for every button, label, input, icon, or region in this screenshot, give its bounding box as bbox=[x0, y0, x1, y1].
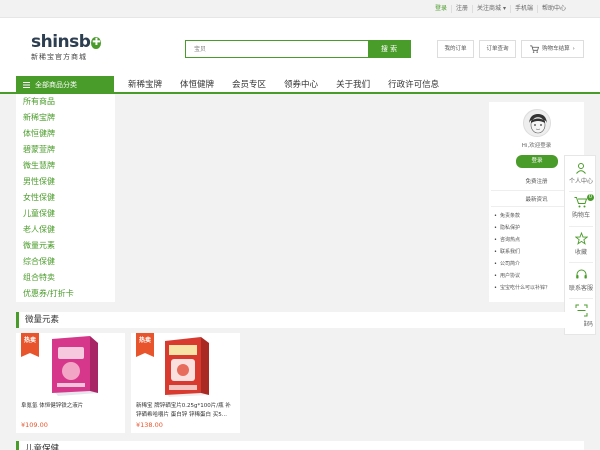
product-price: ¥109.00 bbox=[21, 421, 48, 429]
category-item[interactable]: 微生慧牌 bbox=[16, 158, 115, 174]
greeting-text: Hi,欢迎登录 bbox=[521, 143, 552, 149]
category-item[interactable]: 女性保健 bbox=[16, 190, 115, 206]
avatar bbox=[523, 109, 551, 137]
main-nav: 新稀宝牌 体恒健牌 会员专区 领券中心 关于我们 行政许可信息 bbox=[119, 76, 448, 94]
category-item[interactable]: 儿童保健 bbox=[16, 206, 115, 222]
sidebar-cart[interactable]: 0 购物车 bbox=[565, 194, 597, 219]
category-item[interactable]: 组合特卖 bbox=[16, 270, 115, 286]
category-item[interactable]: 男性保健 bbox=[16, 174, 115, 190]
category-item[interactable]: 老人保健 bbox=[16, 222, 115, 238]
cart-checkout-button[interactable]: 购物车结算 › bbox=[521, 40, 584, 58]
all-categories-label: 全部商品分类 bbox=[35, 81, 77, 89]
nav-item-member-zone[interactable]: 会员专区 bbox=[223, 76, 275, 94]
hot-badge: 热卖 bbox=[136, 333, 154, 357]
nav-item-tihengjian[interactable]: 体恒健牌 bbox=[171, 76, 223, 94]
sidebar-service-label: 联系客服 bbox=[568, 285, 593, 292]
search-input[interactable] bbox=[186, 41, 368, 57]
category-item[interactable]: 优惠券/打折卡 bbox=[16, 286, 115, 302]
cart-count-badge: 0 bbox=[587, 194, 594, 201]
category-list: 所有商品 新稀宝牌 体恒健牌 碧蒙萱牌 微生慧牌 男性保健 女性保健 儿童保健 … bbox=[16, 94, 115, 302]
category-item[interactable]: 新稀宝牌 bbox=[16, 110, 115, 126]
register-link[interactable]: 注册 bbox=[451, 5, 472, 13]
section-title-trace-elements: 微量元素 bbox=[16, 312, 584, 328]
divider bbox=[569, 226, 593, 227]
search-button[interactable]: 搜 索 bbox=[368, 41, 410, 57]
floating-sidebar: 个人中心 0 购物车 收藏 联系客服 扫二维码 bbox=[564, 155, 596, 335]
divider bbox=[569, 298, 593, 299]
nav-item-xinxibao[interactable]: 新稀宝牌 bbox=[119, 76, 172, 94]
sidebar-personal-label: 个人中心 bbox=[568, 178, 593, 185]
category-item[interactable]: 碧蒙萱牌 bbox=[16, 142, 115, 158]
header: shinsb✚ 新稀宝官方商城 搜 索 我的订单 订单查询 购物车结算 › bbox=[0, 18, 600, 76]
mobile-link[interactable]: 手机端 bbox=[509, 5, 537, 13]
category-item[interactable]: 体恒健牌 bbox=[16, 126, 115, 142]
login-link[interactable]: 登录 bbox=[431, 5, 451, 13]
help-center-link[interactable]: 帮助中心 bbox=[536, 5, 570, 13]
category-item[interactable]: 综合保健 bbox=[16, 254, 115, 270]
section-title-children-health: 儿童保健 bbox=[16, 441, 584, 450]
nav-item-coupon-center[interactable]: 领券中心 bbox=[275, 76, 327, 94]
divider bbox=[569, 191, 593, 192]
top-links: 登录 注册 关注商城 ▾ 手机端 帮助中心 bbox=[431, 5, 570, 13]
logo-subtitle: 新稀宝官方商城 bbox=[31, 53, 87, 61]
order-query-button[interactable]: 订单查询 bbox=[479, 40, 516, 58]
cart-checkout-label: 购物车结算 bbox=[542, 46, 570, 52]
sidebar-customer-service[interactable]: 联系客服 bbox=[565, 268, 597, 292]
product-name[interactable]: 新稀宝 牌锌硒宝片0.25g*100片/瓶 补锌硒希哈嚼片 蛋白锌 锌稀蛋白 买… bbox=[136, 402, 236, 419]
sidebar-personal-center[interactable]: 个人中心 bbox=[565, 162, 597, 185]
hot-badge: 热卖 bbox=[21, 333, 39, 357]
logo-wordmark: shinsb ✚ bbox=[31, 32, 101, 52]
user-icon bbox=[576, 163, 586, 174]
divider bbox=[569, 262, 593, 263]
banner-area bbox=[119, 94, 486, 302]
cart-icon bbox=[574, 197, 588, 208]
sidebar-favorite-label: 收藏 bbox=[574, 249, 587, 256]
product-card[interactable]: 热卖 阜氪氢 体恒健锌铁之液片 ¥109.00 bbox=[16, 333, 125, 433]
nav-item-about-us[interactable]: 关于我们 bbox=[327, 76, 379, 94]
headset-icon bbox=[575, 269, 587, 279]
sidebar-favorite[interactable]: 收藏 bbox=[565, 232, 597, 256]
nav-item-license-info[interactable]: 行政许可信息 bbox=[379, 76, 448, 94]
product-card[interactable]: 热卖 新稀宝 牌锌硒宝片0.25g*100片/瓶 补锌硒希哈嚼片 蛋白锌 锌稀蛋… bbox=[131, 333, 240, 433]
product-price: ¥138.00 bbox=[136, 421, 163, 429]
star-icon bbox=[574, 232, 588, 245]
login-button[interactable]: 登录 bbox=[516, 155, 558, 168]
menu-icon bbox=[23, 82, 30, 88]
category-item[interactable]: 微量元素 bbox=[16, 238, 115, 254]
my-orders-button[interactable]: 我的订单 bbox=[437, 40, 474, 58]
cart-arrow-icon: › bbox=[572, 46, 575, 52]
all-categories-button[interactable]: 全部商品分类 bbox=[16, 76, 114, 94]
category-item[interactable]: 所有商品 bbox=[16, 94, 115, 110]
sidebar-cart-label: 购物车 bbox=[571, 212, 590, 219]
follow-mall-link[interactable]: 关注商城 ▾ bbox=[472, 5, 510, 13]
logo[interactable]: shinsb ✚ 新稀宝官方商城 bbox=[31, 32, 101, 61]
logo-cross-icon: ✚ bbox=[91, 36, 101, 49]
search-bar: 搜 索 bbox=[185, 40, 411, 58]
cart-icon bbox=[530, 45, 540, 53]
top-bar: 登录 注册 关注商城 ▾ 手机端 帮助中心 bbox=[0, 0, 600, 18]
avatar-face-icon bbox=[524, 110, 550, 136]
